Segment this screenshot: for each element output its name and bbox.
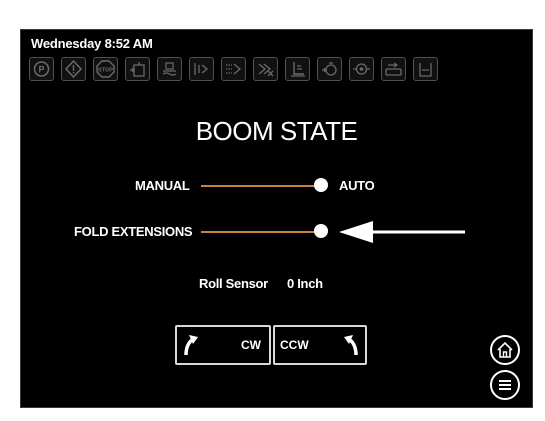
svg-text:STOP: STOP — [98, 68, 113, 74]
home-button[interactable] — [490, 335, 520, 365]
stop-icon: STOP — [93, 57, 118, 81]
fuel-icon — [381, 57, 406, 81]
parking-brake-icon: P — [29, 57, 54, 81]
page-title: BOOM STATE — [195, 116, 358, 146]
cw-label: CW — [241, 338, 261, 352]
tank-level-icon — [125, 57, 150, 81]
toggle-track — [201, 185, 321, 187]
rinse-tank-icon — [157, 57, 182, 81]
roll-sensor-value: 0 Inch — [287, 276, 323, 291]
rotate-cw-button[interactable]: CW — [175, 325, 271, 365]
date-time: Wednesday 8:52 AM — [31, 36, 153, 51]
fold-extensions-label: FOLD EXTENSIONS — [74, 224, 193, 239]
toggle-track — [201, 231, 321, 233]
roll-sensor-label: Roll Sensor — [199, 276, 268, 291]
oil-pressure-icon — [349, 57, 374, 81]
engine-oil-icon — [317, 57, 342, 81]
boom-height-icon — [285, 57, 310, 81]
boom-center-icon — [221, 57, 246, 81]
warning-icon — [61, 57, 86, 81]
toggle-knob — [314, 178, 328, 192]
rotate-ccw-button[interactable]: CCW — [273, 325, 367, 365]
home-icon — [497, 341, 513, 358]
boom-off-icon — [253, 57, 278, 81]
manual-label: MANUAL — [135, 178, 190, 193]
ccw-label: CCW — [280, 338, 309, 352]
fold-extensions-toggle[interactable] — [201, 221, 341, 241]
pointer-arrow-icon — [339, 221, 465, 243]
menu-icon — [499, 380, 511, 390]
boom-left-icon — [189, 57, 214, 81]
toggle-knob — [314, 224, 328, 238]
auto-label: AUTO — [339, 178, 375, 193]
manual-auto-toggle[interactable] — [201, 175, 361, 195]
display-screen: Wednesday 8:52 AM P STOP BOOM STATE MANU… — [20, 29, 533, 408]
menu-button[interactable] — [490, 370, 520, 400]
svg-text:P: P — [38, 65, 44, 75]
rotate-cw-arrow-icon — [184, 335, 198, 356]
rotate-ccw-arrow-icon — [344, 335, 358, 356]
container-icon — [413, 57, 438, 81]
